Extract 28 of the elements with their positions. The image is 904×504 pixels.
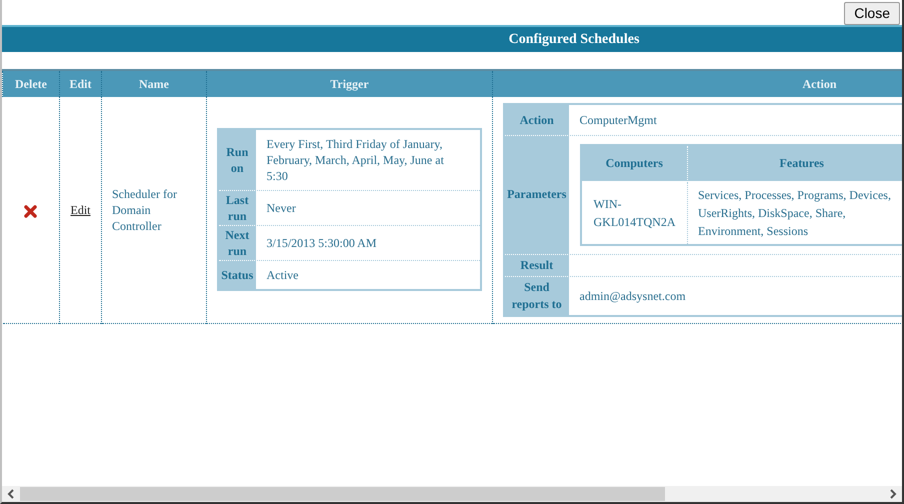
scrollbar-thumb[interactable] [20, 487, 665, 501]
trigger-label: Last run [218, 190, 256, 226]
horizontal-scrollbar[interactable] [2, 486, 902, 502]
trigger-value: Active [256, 260, 481, 290]
parameters-header: Features [688, 145, 902, 181]
action-value: ComputerMgmt [569, 104, 902, 136]
column-header: Action [492, 70, 902, 97]
trigger-label: Run on [218, 129, 256, 191]
close-button[interactable]: Close [844, 2, 900, 25]
title-bar: Configured Schedules [2, 27, 902, 52]
schedule-name: Scheduler for Domain Controller [112, 186, 178, 234]
delete-icon[interactable] [24, 204, 38, 218]
edit-link[interactable]: Edit [70, 202, 90, 217]
action-value: admin@adsysnet.com [569, 276, 902, 316]
trigger-value: Every First, Third Friday of January, February, March, April, May, June at 5:30 [256, 129, 481, 191]
column-header: Edit [60, 70, 102, 97]
column-header: Trigger [206, 70, 492, 97]
action-label: Action [504, 104, 569, 136]
column-header: Delete [2, 70, 60, 97]
parameters-header: Computers [580, 145, 688, 181]
action-label: Parameters [504, 136, 569, 254]
column-header: Name [102, 70, 206, 97]
action-label: Result [504, 254, 569, 276]
trigger-value: Never [256, 190, 481, 226]
trigger-label: Status [218, 260, 256, 290]
trigger-value: 3/15/2013 5:30:00 AM [256, 226, 481, 261]
trigger-label: Next run [218, 226, 256, 261]
action-label: Send reports to [504, 276, 569, 316]
